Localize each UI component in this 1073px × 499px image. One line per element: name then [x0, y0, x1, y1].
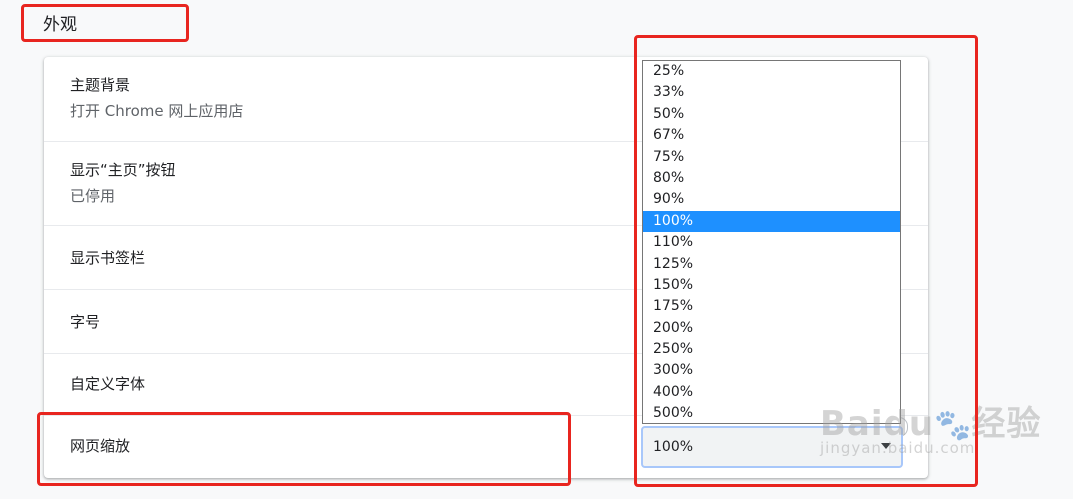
zoom-option[interactable]: 33%	[643, 82, 900, 103]
zoom-option[interactable]: 67%	[643, 125, 900, 146]
zoom-option[interactable]: 200%	[643, 318, 900, 339]
zoom-option[interactable]: 110%	[643, 232, 900, 253]
watermark-cn: 经验	[971, 404, 1042, 444]
zoom-option[interactable]: 90%	[643, 189, 900, 210]
watermark-brand: Baidu	[820, 404, 935, 444]
watermark: Baidu🐾经验 jingyan.baidu.com	[820, 396, 1041, 457]
zoom-option[interactable]: 80%	[643, 168, 900, 189]
zoom-option[interactable]: 125%	[643, 254, 900, 275]
zoom-option[interactable]: 250%	[643, 339, 900, 360]
section-title-appearance: 外观	[43, 15, 77, 35]
zoom-option[interactable]: 150%	[643, 275, 900, 296]
zoom-option[interactable]: 175%	[643, 296, 900, 317]
zoom-option[interactable]: 300%	[643, 360, 900, 381]
paw-icon: 🐾	[934, 408, 972, 443]
zoom-option[interactable]: 75%	[643, 147, 900, 168]
zoom-option[interactable]: 25%	[643, 61, 900, 82]
zoom-option[interactable]: 50%	[643, 104, 900, 125]
zoom-option[interactable]: 100%	[643, 210, 900, 233]
settings-page: 外观 主题背景 打开 Chrome 网上应用店 显示“主页”按钮 已停用 显示书…	[0, 0, 1073, 499]
page-zoom-options-list: 25% 33% 50% 67% 75% 80% 90% 100% 110% 125% 150% 175…	[642, 60, 901, 424]
page-zoom-value: 100%	[653, 439, 694, 455]
